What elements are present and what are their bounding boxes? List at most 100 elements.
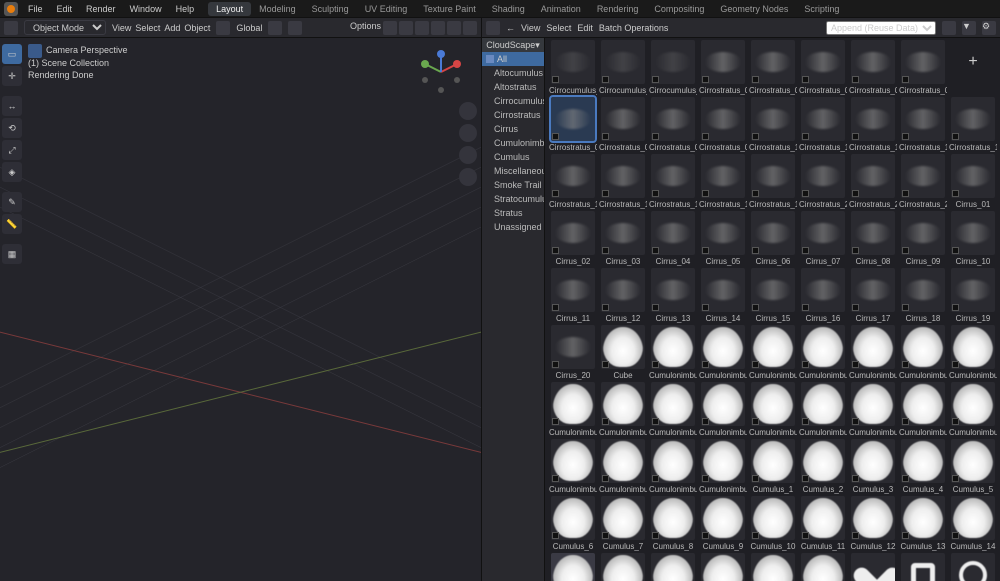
asset-thumbnail[interactable]	[701, 268, 745, 312]
catalog-smoke-trail[interactable]: Smoke Trail	[482, 178, 544, 192]
asset-thumbnail[interactable]: +	[951, 40, 995, 84]
asset-item[interactable]: Cumulus_20	[799, 553, 847, 581]
tab-layout[interactable]: Layout	[208, 2, 251, 16]
catalog-stratus[interactable]: Stratus	[482, 206, 544, 220]
asset-menu-edit[interactable]: Edit	[577, 23, 593, 33]
asset-thumbnail[interactable]	[901, 553, 945, 581]
asset-item[interactable]: Cirrus_11	[549, 268, 597, 323]
asset-item[interactable]: Cumulus_13	[899, 496, 947, 551]
asset-item[interactable]: Cirrocumulus_22	[649, 40, 697, 95]
asset-item[interactable]: Cumulus_9	[699, 496, 747, 551]
xray-icon[interactable]	[399, 21, 413, 35]
asset-thumbnail[interactable]	[801, 268, 845, 312]
asset-item[interactable]: Cumulonimbus_05	[849, 325, 897, 380]
asset-item[interactable]: Cumulonimbus_19	[649, 439, 697, 494]
asset-item[interactable]: Cumulonimbus_01	[649, 325, 697, 380]
asset-thumbnail[interactable]	[551, 154, 595, 198]
asset-item[interactable]: Cumulonimbus_12	[749, 382, 797, 437]
asset-thumbnail[interactable]	[751, 40, 795, 84]
asset-thumbnail[interactable]	[801, 211, 845, 255]
rotate-tool[interactable]: ⟲	[2, 118, 22, 138]
tab-modeling[interactable]: Modeling	[251, 2, 304, 16]
asset-thumbnail[interactable]	[551, 325, 595, 369]
asset-thumbnail[interactable]	[901, 325, 945, 369]
import-method-select[interactable]: Append (Reuse Data)	[826, 21, 936, 35]
asset-item[interactable]: Cumulonimbus_06	[899, 325, 947, 380]
zoom-icon[interactable]	[459, 102, 477, 120]
asset-item[interactable]: Cirrus_06	[749, 211, 797, 266]
asset-item[interactable]: Cirrostratus_06	[549, 97, 597, 152]
asset-item[interactable]: Cirrostratus_21	[849, 154, 897, 209]
asset-thumbnail[interactable]	[951, 325, 995, 369]
asset-item[interactable]: Cumulus_1	[749, 439, 797, 494]
asset-item[interactable]: Cirrostratus_19	[749, 154, 797, 209]
asset-menu-view[interactable]: View	[521, 23, 540, 33]
app-logo-icon[interactable]	[4, 2, 18, 16]
asset-item[interactable]: Cirrus_01	[949, 154, 997, 209]
asset-thumbnail[interactable]	[901, 97, 945, 141]
asset-thumbnail[interactable]	[751, 154, 795, 198]
asset-grid[interactable]: Cirrocumulus_20Cirrocumulus_21Cirrocumul…	[545, 38, 1000, 581]
asset-item[interactable]: Cirrus_17	[849, 268, 897, 323]
catalog-altocumulus[interactable]: Altocumulus	[482, 66, 544, 80]
asset-item[interactable]: Smile	[949, 553, 997, 581]
asset-thumbnail[interactable]	[601, 268, 645, 312]
asset-thumbnail[interactable]	[751, 553, 795, 581]
asset-item[interactable]: Cumulus_18	[699, 553, 747, 581]
asset-item[interactable]: Cirrostratus_13	[899, 97, 947, 152]
asset-item[interactable]: Cirrus_12	[599, 268, 647, 323]
asset-item[interactable]: Cumulonimbus_03	[749, 325, 797, 380]
asset-item[interactable]: Cirrus_13	[649, 268, 697, 323]
asset-thumbnail[interactable]	[651, 382, 695, 426]
annotate-tool[interactable]: ✎	[2, 192, 22, 212]
asset-item[interactable]: Cirrocumulus_20	[549, 40, 597, 95]
add-tool[interactable]: ▦	[2, 244, 22, 264]
menu-file[interactable]: File	[22, 2, 49, 16]
asset-thumbnail[interactable]	[851, 154, 895, 198]
pan-icon[interactable]	[459, 124, 477, 142]
display-icon[interactable]	[942, 21, 956, 35]
asset-item[interactable]: Cumulonimbus_20	[699, 439, 747, 494]
asset-thumbnail[interactable]	[951, 382, 995, 426]
vp-menu-view[interactable]: View	[112, 23, 131, 33]
scale-tool[interactable]: ⤢	[2, 140, 22, 160]
asset-thumbnail[interactable]	[701, 97, 745, 141]
tab-texture-paint[interactable]: Texture Paint	[415, 2, 484, 16]
move-tool[interactable]: ↔	[2, 96, 22, 116]
asset-item[interactable]: Cirrostratus_16	[599, 154, 647, 209]
asset-thumbnail[interactable]	[551, 496, 595, 540]
asset-item[interactable]: Cumulus_14	[949, 496, 997, 551]
asset-item[interactable]: Cirrostratus_15	[549, 154, 597, 209]
asset-thumbnail[interactable]	[951, 211, 995, 255]
asset-item[interactable]: Cirrus_14	[699, 268, 747, 323]
asset-thumbnail[interactable]	[601, 97, 645, 141]
asset-item[interactable]: Cirrostratus_01	[699, 40, 747, 95]
library-select[interactable]: CloudScape ▾	[482, 38, 544, 52]
asset-thumbnail[interactable]	[851, 211, 895, 255]
settings-icon[interactable]: ⚙	[982, 21, 996, 35]
asset-item[interactable]: Cirrus_08	[849, 211, 897, 266]
asset-item[interactable]: Cirrus_15	[749, 268, 797, 323]
asset-thumbnail[interactable]	[701, 211, 745, 255]
shading-rendered-icon[interactable]	[463, 21, 477, 35]
catalog-cirrus[interactable]: Cirrus	[482, 122, 544, 136]
asset-item[interactable]: Cumulonimbus_18	[599, 439, 647, 494]
shading-solid-icon[interactable]	[431, 21, 445, 35]
tab-scripting[interactable]: Scripting	[796, 2, 847, 16]
asset-item[interactable]: Cirrus_18	[899, 268, 947, 323]
tab-rendering[interactable]: Rendering	[589, 2, 647, 16]
back-icon[interactable]: ←	[506, 23, 515, 33]
catalog-cumulonimbus[interactable]: Cumulonimbus	[482, 136, 544, 150]
asset-thumbnail[interactable]	[651, 325, 695, 369]
asset-item[interactable]: Cumulonimbus_15	[899, 382, 947, 437]
asset-thumbnail[interactable]	[901, 439, 945, 483]
overlays-icon[interactable]	[383, 21, 397, 35]
asset-thumbnail[interactable]	[601, 439, 645, 483]
asset-item[interactable]: Cirrostratus_03	[799, 40, 847, 95]
asset-item[interactable]: Cirrostratus_14	[949, 97, 997, 152]
asset-item[interactable]: Heart	[849, 553, 897, 581]
asset-thumbnail[interactable]	[601, 553, 645, 581]
asset-item[interactable]: Cumulus_8	[649, 496, 697, 551]
asset-item[interactable]: Cirrocumulus_21	[599, 40, 647, 95]
asset-item[interactable]: Cumulonimbus_04	[799, 325, 847, 380]
